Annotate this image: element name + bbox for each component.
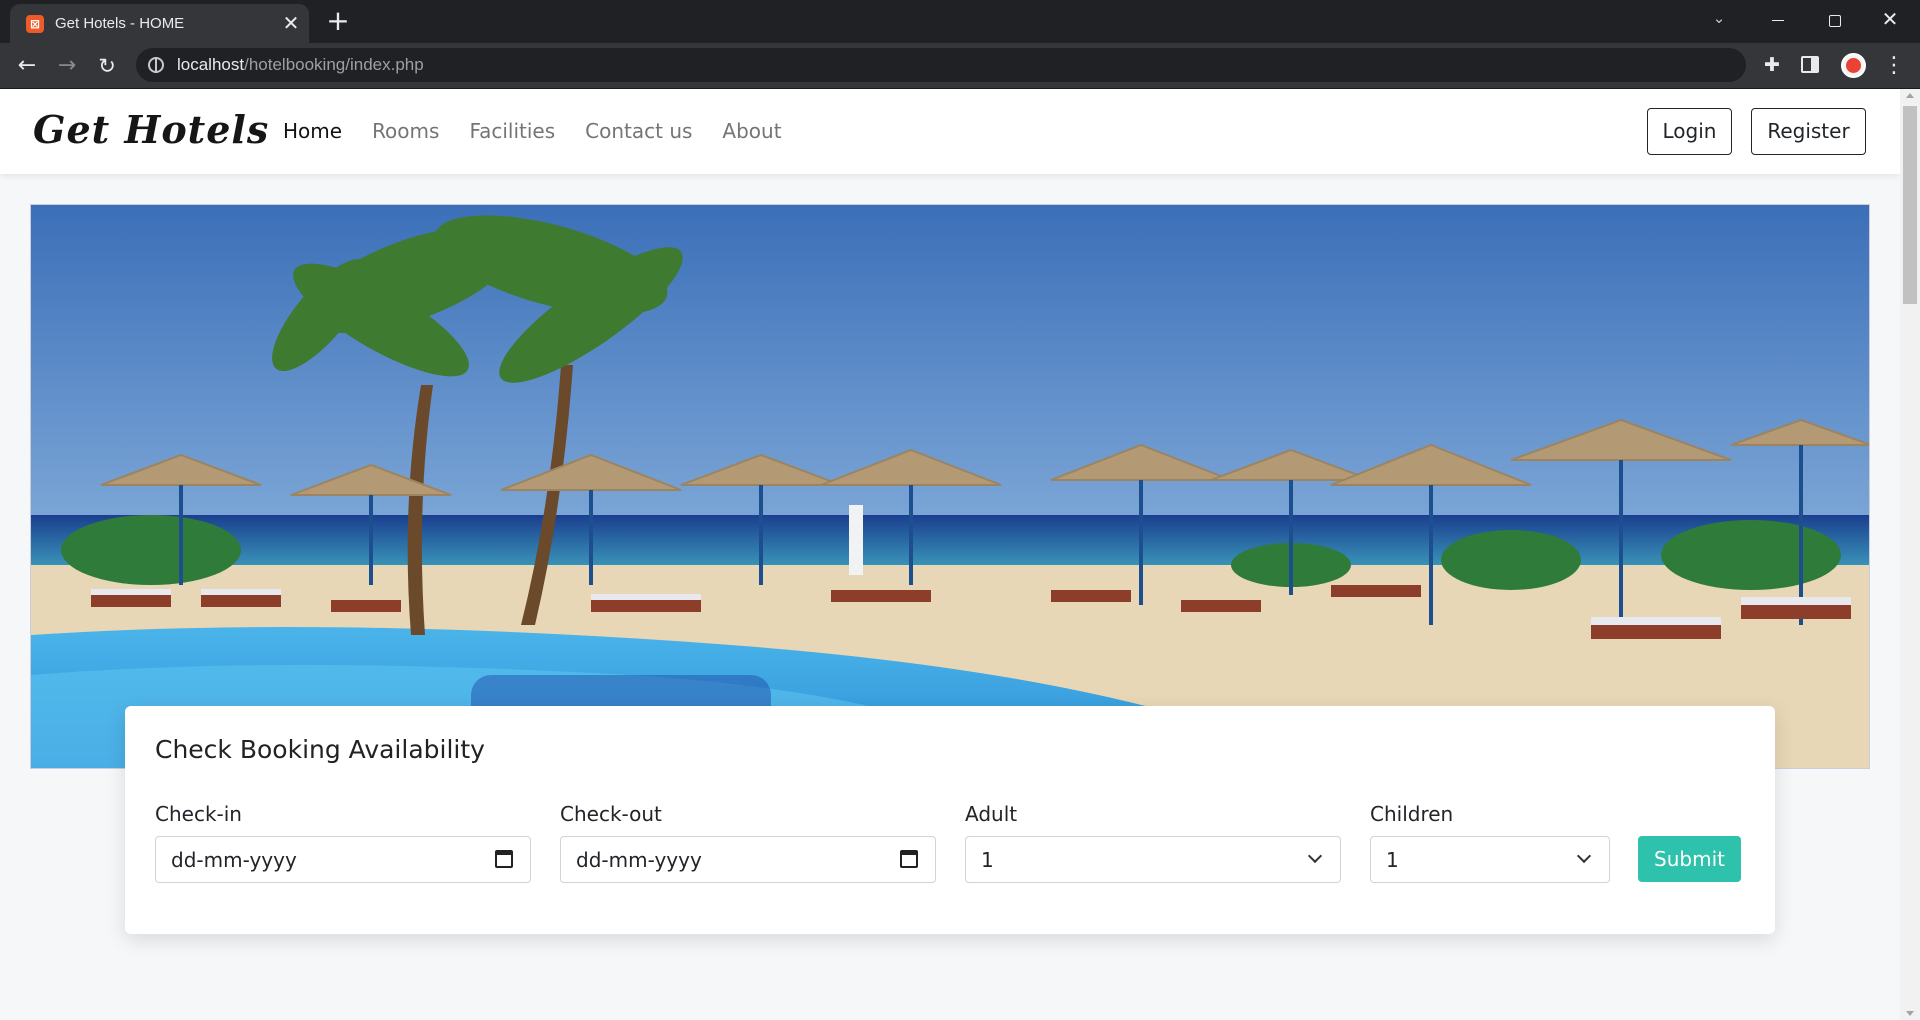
browser-tab[interactable]: ⊠ Get Hotels - HOME ✕	[10, 4, 309, 43]
profile-avatar[interactable]	[1841, 53, 1866, 78]
nav-home[interactable]: Home	[283, 119, 342, 143]
checkin-label: Check-in	[155, 802, 242, 826]
site-info-icon[interactable]	[148, 57, 164, 73]
scroll-thumb[interactable]	[1903, 106, 1917, 304]
minimize-button[interactable]	[1767, 9, 1789, 31]
forward-arrow-icon[interactable]: →	[53, 52, 81, 80]
window-close-button[interactable]: ✕	[1879, 8, 1901, 30]
checkout-placeholder: dd-mm-yyyy	[576, 848, 702, 872]
adult-label: Adult	[965, 802, 1018, 826]
checkin-date-input[interactable]: dd-mm-yyyy	[155, 836, 531, 883]
scroll-up-arrow-icon[interactable]	[1906, 93, 1914, 98]
site-brand[interactable]: Get Hotels	[33, 107, 269, 152]
nav-about[interactable]: About	[722, 119, 781, 143]
page-scrollbar[interactable]	[1900, 89, 1920, 1020]
calendar-icon[interactable]	[495, 850, 513, 868]
site-navbar: Get Hotels Home Rooms Facilities Contact…	[0, 89, 1900, 174]
login-button[interactable]: Login	[1647, 108, 1732, 155]
children-value: 1	[1386, 848, 1399, 872]
new-tab-button[interactable]: +	[324, 7, 352, 36]
browser-tabbar: ⊠ Get Hotels - HOME ✕ + ⌄ ✕	[0, 0, 1920, 43]
tab-search-chevron-icon[interactable]: ⌄	[1709, 9, 1729, 29]
adult-select[interactable]: 1	[965, 836, 1341, 883]
nav-facilities[interactable]: Facilities	[469, 119, 555, 143]
reload-icon[interactable]: ↻	[93, 52, 121, 80]
nav-contact[interactable]: Contact us	[585, 119, 692, 143]
xampp-icon: ⊠	[26, 15, 44, 33]
extensions-puzzle-icon[interactable]: ✚	[1761, 54, 1783, 76]
page-viewport: Get Hotels Home Rooms Facilities Contact…	[0, 89, 1900, 1020]
chevron-down-icon	[1307, 848, 1323, 864]
tab-title: Get Hotels - HOME	[55, 15, 185, 32]
booking-card: Check Booking Availability Check-in dd-m…	[125, 706, 1775, 934]
checkout-label: Check-out	[560, 802, 662, 826]
calendar-icon[interactable]	[900, 850, 918, 868]
chevron-down-icon	[1576, 848, 1592, 864]
nav-rooms[interactable]: Rooms	[372, 119, 439, 143]
side-panel-icon[interactable]	[1801, 56, 1819, 73]
scroll-down-arrow-icon[interactable]	[1906, 1011, 1914, 1016]
browser-menu-icon[interactable]: ⋮	[1883, 53, 1905, 79]
close-icon[interactable]: ✕	[281, 13, 301, 33]
back-arrow-icon[interactable]: ←	[13, 52, 41, 80]
address-bar[interactable]: localhost/hotelbooking/index.php	[136, 48, 1746, 82]
hero-image	[30, 204, 1870, 769]
children-label: Children	[1370, 802, 1454, 826]
submit-button[interactable]: Submit	[1638, 836, 1741, 882]
nav-links: Home Rooms Facilities Contact us About	[283, 119, 782, 143]
browser-toolbar: ← → ↻ localhost/hotelbooking/index.php ✚…	[0, 43, 1920, 89]
checkout-date-input[interactable]: dd-mm-yyyy	[560, 836, 936, 883]
adult-value: 1	[981, 848, 994, 872]
booking-title: Check Booking Availability	[155, 735, 485, 764]
beach-resort-illustration	[31, 205, 1869, 768]
restore-button[interactable]	[1823, 9, 1845, 31]
checkin-placeholder: dd-mm-yyyy	[171, 848, 297, 872]
children-select[interactable]: 1	[1370, 836, 1610, 883]
url-text[interactable]: localhost/hotelbooking/index.php	[177, 55, 424, 75]
register-button[interactable]: Register	[1751, 108, 1866, 155]
